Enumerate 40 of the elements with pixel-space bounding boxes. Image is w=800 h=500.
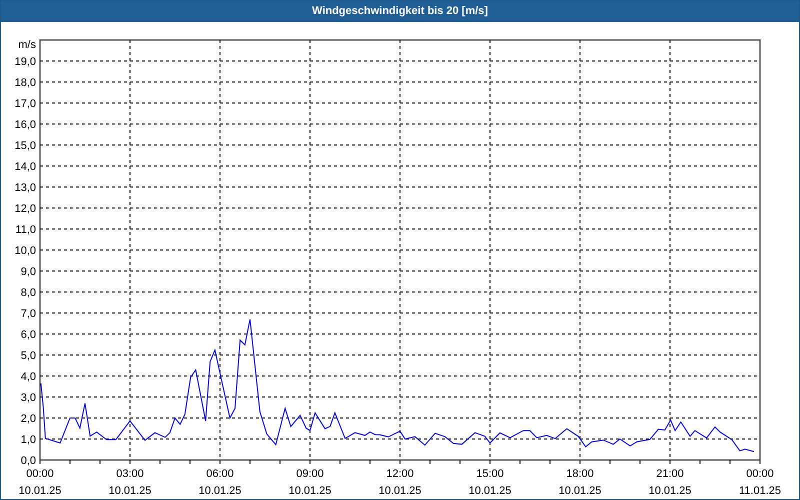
y-tick-label: 14,0	[14, 161, 36, 173]
y-tick-label: 4,0	[20, 371, 36, 383]
y-tick-label: 17,0	[14, 98, 36, 110]
y-tick-label: 12,0	[14, 203, 36, 215]
y-tick-label: 8,0	[20, 287, 36, 299]
y-tick-label: 6,0	[20, 329, 36, 341]
y-tick-label: 5,0	[20, 350, 36, 362]
x-tick-label: 21:00	[656, 468, 684, 480]
x-tick-label: 06:00	[206, 468, 234, 480]
x-tick-label: 00:00	[746, 468, 774, 480]
x-tick-date: 10.01.25	[288, 485, 332, 497]
x-tick-label: 09:00	[296, 468, 324, 480]
y-tick-label: 0,0	[20, 455, 36, 467]
y-tick-label: 3,0	[20, 392, 36, 404]
x-tick-date: 10.01.25	[108, 485, 152, 497]
y-tick-label: 18,0	[14, 77, 36, 89]
y-tick-label: 19,0	[14, 56, 36, 68]
y-tick-label: 10,0	[14, 245, 36, 257]
x-tick-date: 10.01.25	[18, 485, 62, 497]
y-tick-label: 7,0	[20, 308, 36, 320]
x-tick-label: 03:00	[116, 468, 144, 480]
y-tick-label: 9,0	[20, 266, 36, 278]
x-tick-date: 10.01.25	[558, 485, 602, 497]
y-tick-label: 16,0	[14, 119, 36, 131]
x-tick-label: 12:00	[386, 468, 414, 480]
y-tick-label: 11,0	[15, 224, 36, 236]
x-tick-date: 10.01.25	[378, 485, 422, 497]
y-axis-unit: m/s	[18, 39, 36, 51]
y-tick-label: 1,0	[20, 434, 36, 446]
x-tick-label: 15:00	[476, 468, 504, 480]
x-tick-date: 10.01.25	[198, 485, 242, 497]
window-title: Windgeschwindigkeit bis 20 [m/s]	[312, 4, 488, 20]
y-tick-label: 13,0	[14, 182, 36, 194]
x-tick-date: 10.01.25	[468, 485, 512, 497]
x-tick-date: 10.01.25	[648, 485, 692, 497]
x-tick-label: 18:00	[566, 468, 594, 480]
y-tick-label: 2,0	[20, 413, 36, 425]
y-tick-label: 15,0	[14, 140, 36, 152]
x-tick-date: 11.01.25	[739, 485, 781, 497]
x-tick-label: 00:00	[26, 468, 54, 480]
